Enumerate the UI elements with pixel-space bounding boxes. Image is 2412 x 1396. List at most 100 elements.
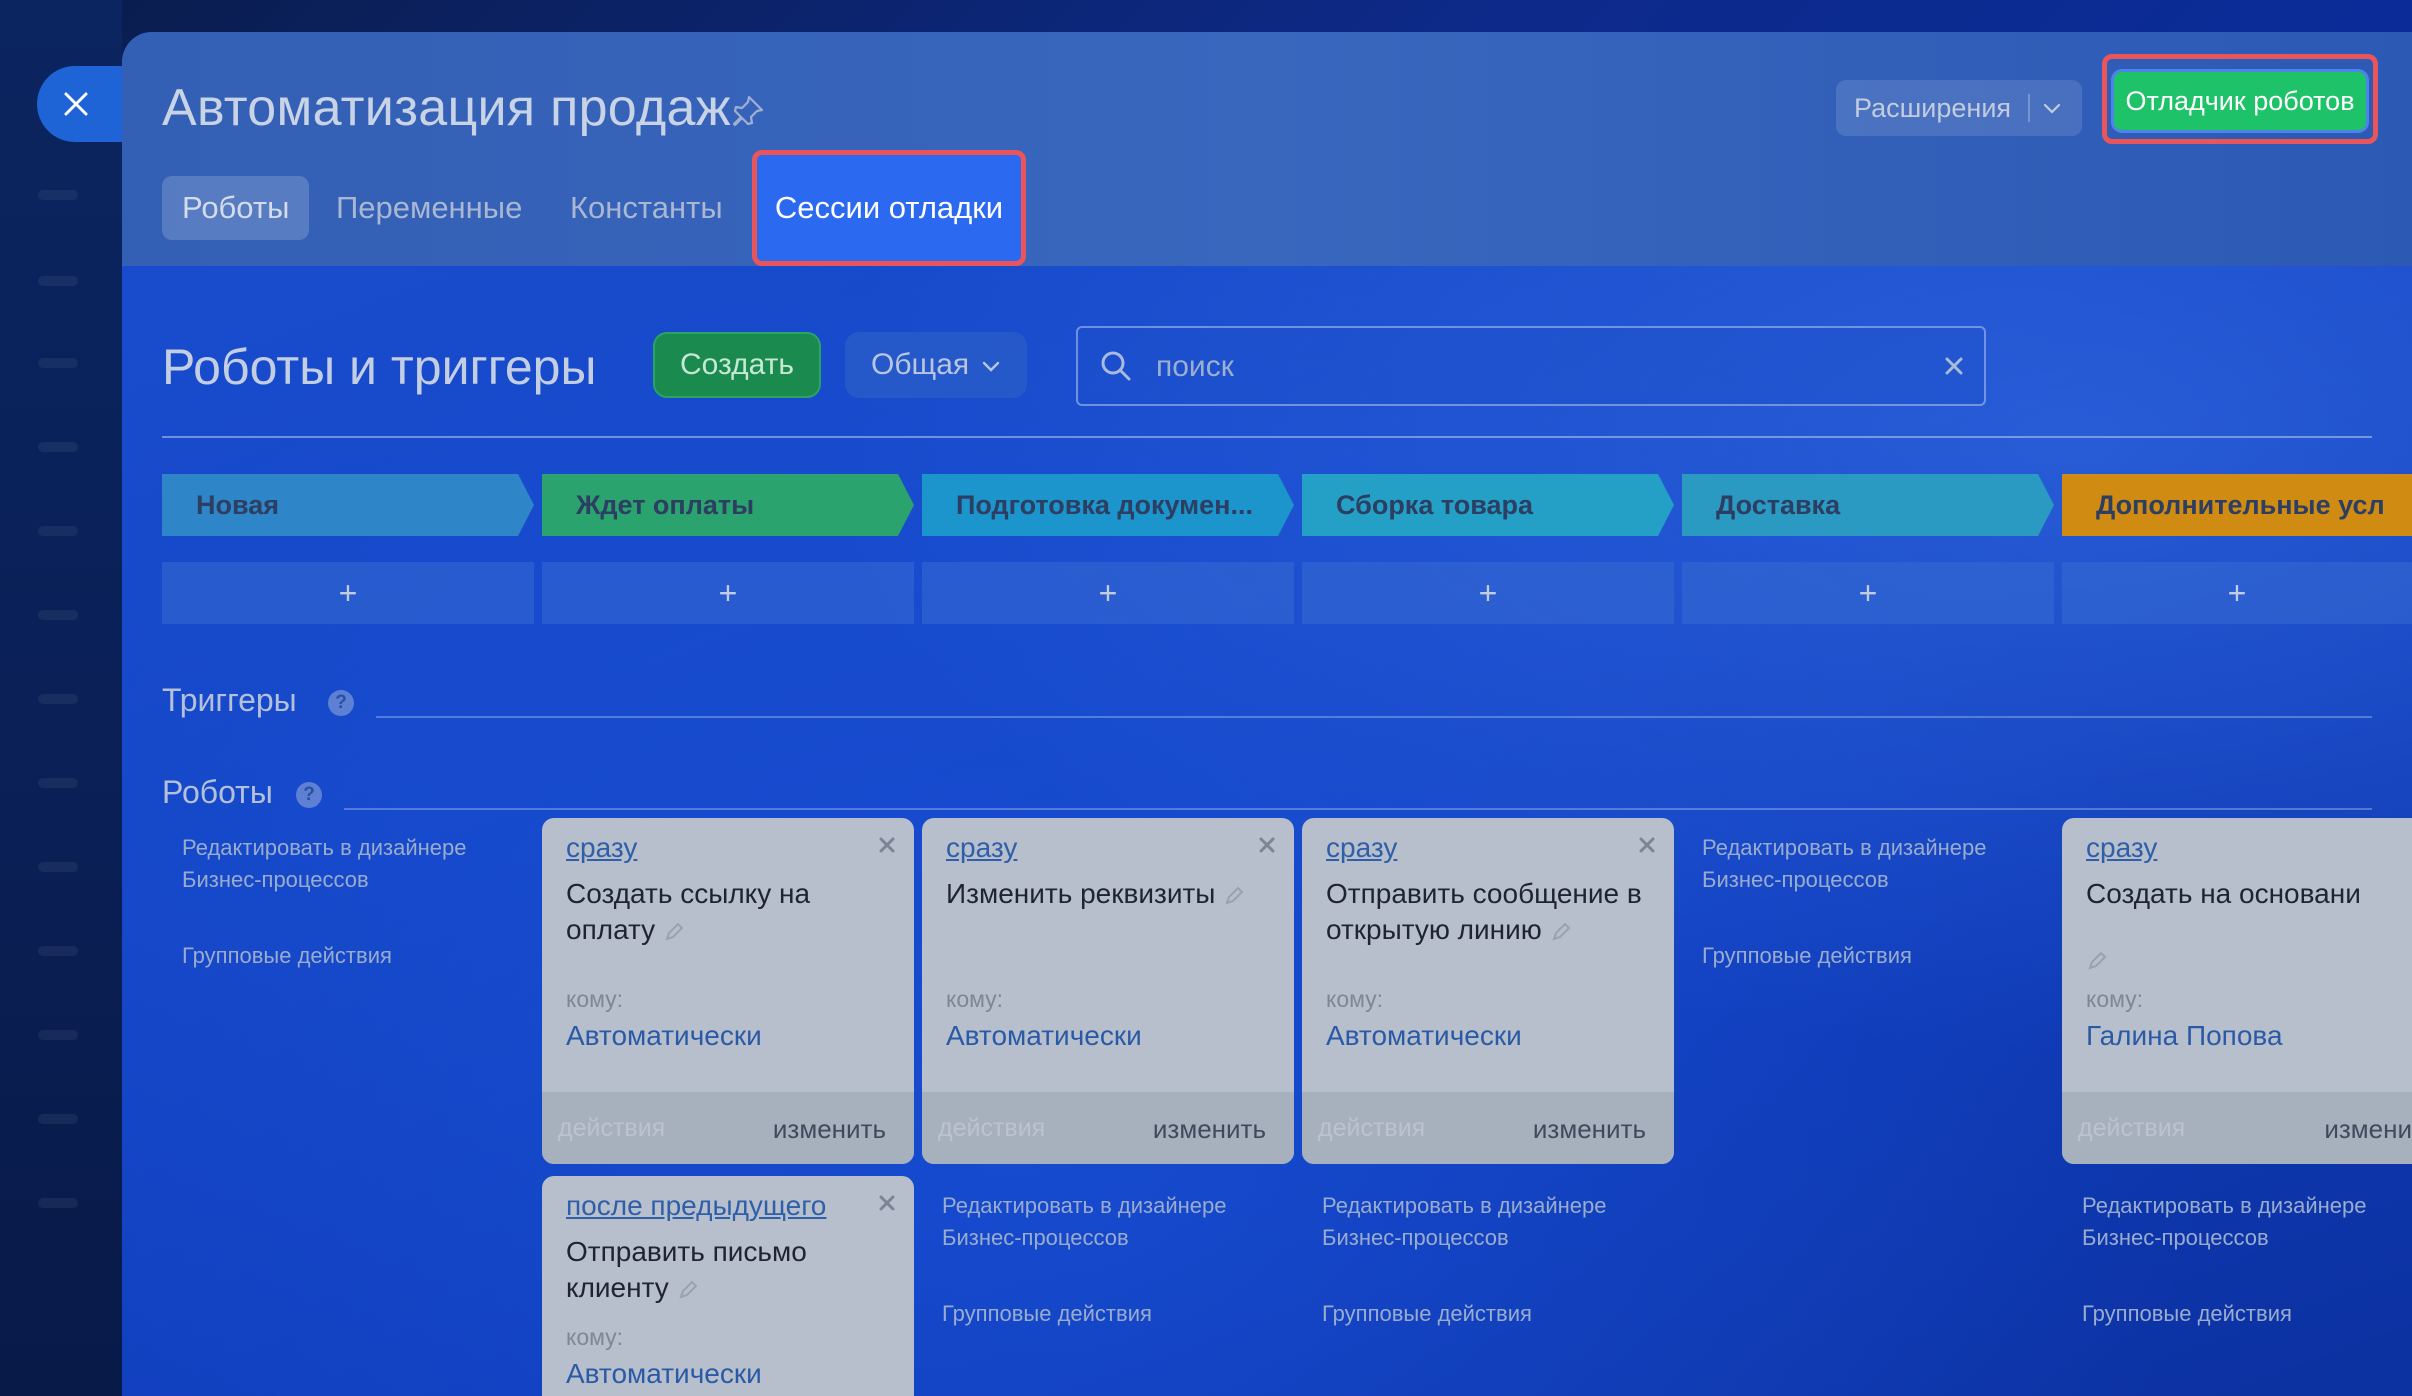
robot-card-footer: действия изменить (542, 1092, 914, 1164)
edit-in-designer-link[interactable]: Редактировать в дизайнере Бизнес-процесс… (1322, 1190, 1622, 1254)
robot-card-delay[interactable]: сразу (2086, 832, 2157, 864)
clear-icon[interactable] (1940, 352, 1968, 380)
robot-card-responsible[interactable]: Автоматически (566, 1020, 762, 1052)
triggers-title: Триггеры (162, 682, 297, 718)
header-divider (162, 436, 2372, 438)
rail-item (38, 946, 78, 956)
robots-triggers-title: Роботы и триггеры (162, 339, 597, 395)
edit-in-designer-link[interactable]: Редактировать в дизайнере Бизнес-процесс… (942, 1190, 1242, 1254)
robot-debugger-button[interactable]: Отладчик роботов (2114, 72, 2366, 130)
stage-header-documents[interactable]: Подготовка докумен... (922, 474, 1294, 536)
general-dropdown[interactable]: Общая (845, 332, 1027, 398)
tab-variables[interactable]: Переменные (336, 176, 522, 240)
pin-icon[interactable] (730, 94, 766, 130)
robot-card-delay[interactable]: после предыдущего (566, 1190, 826, 1222)
add-trigger-button[interactable]: + (542, 562, 914, 624)
group-actions-link[interactable]: Групповые действия (1322, 1298, 1622, 1330)
robot-card[interactable]: сразу Создать ссылку на оплату кому: Авт… (542, 818, 914, 1164)
stage-header-awaiting-payment[interactable]: Ждет оплаты (542, 474, 914, 536)
robot-card-actions[interactable]: действия (558, 1114, 665, 1143)
help-icon[interactable]: ? (328, 690, 354, 716)
robot-card-title: Изменить реквизиты (946, 876, 1276, 912)
stage-header-new[interactable]: Новая (162, 474, 534, 536)
robot-card-to-label: кому: (2086, 986, 2144, 1012)
robot-card-edit[interactable]: изменить (1533, 1114, 1646, 1145)
robot-card-responsible[interactable]: Автоматически (1326, 1020, 1522, 1052)
edit-in-designer-link[interactable]: Редактировать в дизайнере Бизнес-процесс… (1702, 832, 2002, 896)
add-trigger-button[interactable]: + (2062, 562, 2412, 624)
rail-item (38, 1198, 78, 1208)
robot-card-title: Отправить сообщение в открытую линию (1326, 876, 1656, 948)
extensions-label: Расширения (1854, 92, 2012, 123)
pencil-icon[interactable] (677, 1279, 699, 1301)
robot-card-title: Отправить письмо клиенту (566, 1234, 896, 1306)
close-icon[interactable] (878, 836, 896, 854)
robot-card-actions[interactable]: действия (938, 1114, 1045, 1143)
rail-item (38, 526, 78, 536)
stage-header-assembly[interactable]: Сборка товара (1302, 474, 1674, 536)
robot-card-delay[interactable]: сразу (946, 832, 1017, 864)
tab-debug-sessions[interactable]: Сессии отладки (757, 155, 1021, 261)
rail-item (38, 358, 78, 368)
robot-card-responsible[interactable]: Автоматически (946, 1020, 1142, 1052)
robot-card-delay[interactable]: сразу (1326, 832, 1397, 864)
robot-card-edit[interactable]: изменить (1153, 1114, 1266, 1145)
close-icon[interactable] (1258, 836, 1276, 854)
robot-card[interactable]: сразу Отправить сообщение в открытую лин… (1302, 818, 1674, 1164)
triggers-divider (376, 716, 2372, 718)
edit-in-designer-link[interactable]: Редактировать в дизайнере Бизнес-процесс… (2082, 1190, 2382, 1254)
stage-header-delivery[interactable]: Доставка (1682, 474, 2054, 536)
group-actions-link[interactable]: Групповые действия (1702, 940, 2002, 972)
create-button[interactable]: Создать (653, 332, 821, 398)
pencil-icon[interactable] (2086, 950, 2108, 972)
add-trigger-button[interactable]: + (162, 562, 534, 624)
close-icon[interactable] (1638, 836, 1656, 854)
robot-card-delay[interactable]: сразу (566, 832, 637, 864)
rail-item (38, 1114, 78, 1124)
rail-item (38, 190, 78, 200)
chevron-down-icon[interactable] (2040, 96, 2064, 120)
group-actions-link[interactable]: Групповые действия (942, 1298, 1242, 1330)
add-trigger-button[interactable]: + (922, 562, 1294, 624)
tab-constants[interactable]: Константы (570, 176, 723, 240)
robots-title: Роботы (162, 774, 273, 810)
pencil-icon[interactable] (1223, 885, 1245, 907)
close-icon (64, 92, 88, 116)
rail-item (38, 276, 78, 286)
help-icon[interactable]: ? (296, 782, 322, 808)
pencil-icon[interactable] (663, 921, 685, 943)
robot-card-name: Изменить реквизиты (946, 878, 1216, 909)
stage-header-additional[interactable]: Дополнительные усл (2062, 474, 2412, 536)
rail-item (38, 442, 78, 452)
close-icon[interactable] (878, 1194, 896, 1212)
add-trigger-button[interactable]: + (1302, 562, 1674, 624)
robot-card[interactable]: после предыдущего Отправить письмо клиен… (542, 1176, 914, 1396)
robots-divider (344, 808, 2372, 810)
edit-in-designer-link[interactable]: Редактировать в дизайнере Бизнес-процесс… (182, 832, 482, 896)
general-dropdown-label: Общая (871, 348, 970, 381)
search-icon (1101, 351, 1131, 381)
slider-header: Автоматизация продаж Расширения Отладчик… (122, 32, 2412, 266)
group-actions-link[interactable]: Групповые действия (2082, 1298, 2382, 1330)
robot-card-edit[interactable]: изменить (773, 1114, 886, 1145)
robot-card-actions[interactable]: действия (2078, 1114, 2185, 1143)
robot-card-title: Создать ссылку на оплату (566, 876, 896, 948)
robot-card-footer: действия изменить (1302, 1092, 1674, 1164)
page-background-rail (0, 0, 122, 1396)
robot-card-to-label: кому: (566, 986, 624, 1012)
robot-card[interactable]: сразу Создать на основани кому: Галина П… (2062, 818, 2412, 1164)
extensions-button[interactable]: Расширения (1836, 80, 2082, 136)
search-box (1076, 326, 1986, 406)
robot-card-actions[interactable]: действия (1318, 1114, 1425, 1143)
robot-card-responsible[interactable]: Галина Попова (2086, 1020, 2283, 1052)
page-title: Автоматизация продаж (162, 79, 731, 137)
search-input[interactable] (1154, 342, 1918, 392)
robot-card-edit[interactable]: измени (2324, 1114, 2412, 1145)
robot-card-footer: действия изменить (922, 1092, 1294, 1164)
pencil-icon[interactable] (1550, 921, 1572, 943)
add-trigger-button[interactable]: + (1682, 562, 2054, 624)
tab-robots[interactable]: Роботы (162, 176, 310, 240)
robot-card-responsible[interactable]: Автоматически (566, 1358, 762, 1390)
robot-card[interactable]: сразу Изменить реквизиты кому: Автоматич… (922, 818, 1294, 1164)
group-actions-link[interactable]: Групповые действия (182, 940, 482, 972)
